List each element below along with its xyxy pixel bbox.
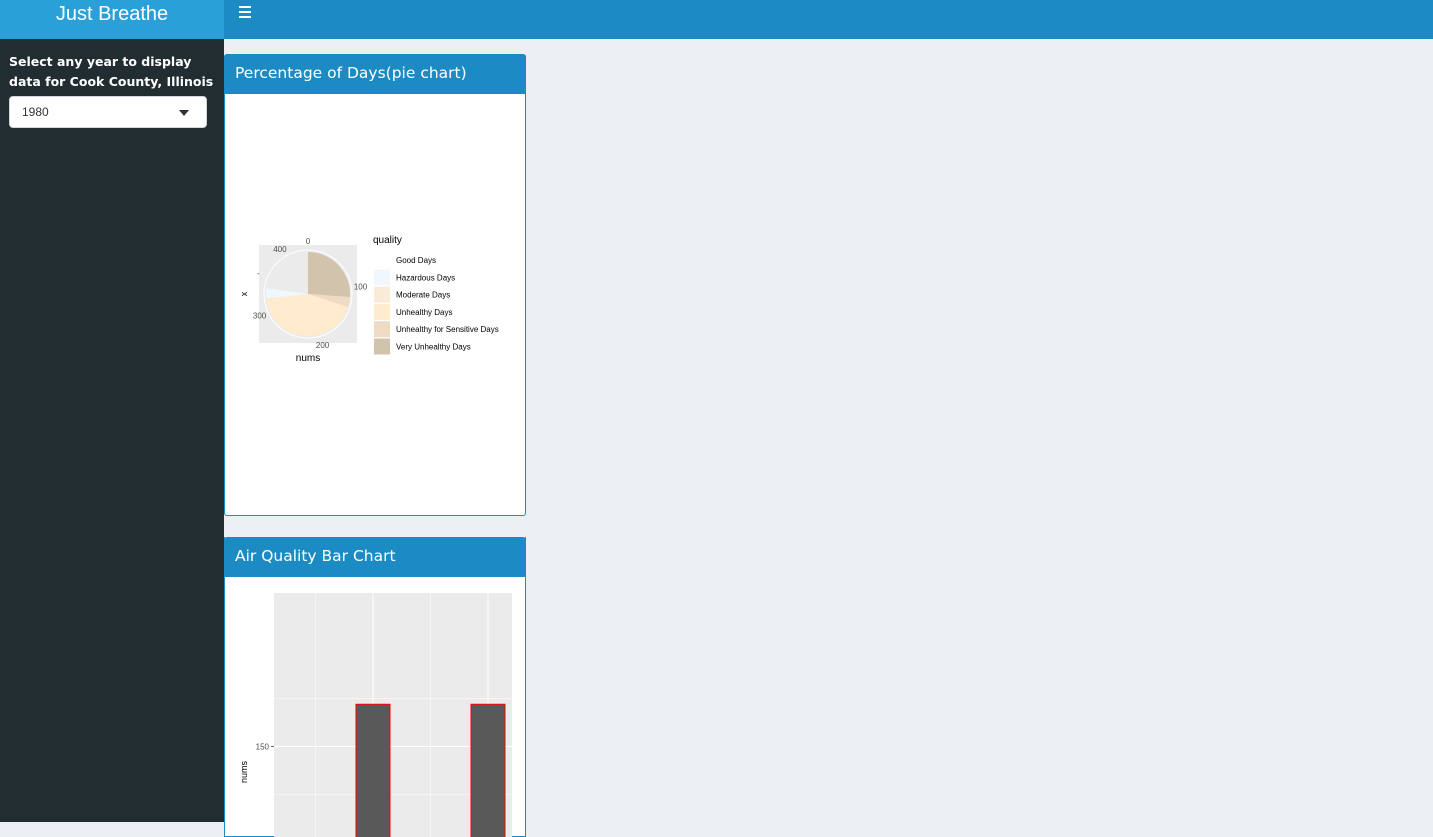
bar xyxy=(356,704,390,837)
caret-down-icon[interactable] xyxy=(179,110,189,116)
pie-x-label: nums xyxy=(296,353,320,364)
top-navbar xyxy=(224,0,1433,39)
year-select-label: Select any year to display data for Cook… xyxy=(9,52,214,92)
app-title: Just Breathe xyxy=(56,3,168,25)
legend-key xyxy=(374,321,390,337)
pie-box-header: Percentage of Days(pie chart) xyxy=(224,54,526,94)
pie-tick-label: 0 xyxy=(306,237,311,246)
pie-tick-label: 200 xyxy=(316,341,330,350)
legend-label: Moderate Days xyxy=(396,291,450,300)
bar-box-title: Air Quality Bar Chart xyxy=(235,547,396,565)
pie-chart-box: Percentage of Days(pie chart) 0 100 200 300… xyxy=(224,54,526,516)
bar-chart-box: Air Quality Bar Chart 100150 nums xyxy=(224,537,526,837)
hamburger-icon[interactable] xyxy=(239,6,251,18)
pie-tick-label: 100 xyxy=(354,283,368,292)
app-logo[interactable]: Just Breathe xyxy=(0,0,224,39)
legend-key xyxy=(374,339,390,355)
legend-key xyxy=(374,304,390,320)
legend-label: Unhealthy Days xyxy=(396,308,452,317)
year-select[interactable]: 1980 xyxy=(9,96,207,128)
legend-label: Good Days xyxy=(396,256,436,265)
legend-key xyxy=(374,287,390,303)
pie-box-title: Percentage of Days(pie chart) xyxy=(235,64,467,82)
pie-y-label: x xyxy=(239,291,249,296)
bar xyxy=(471,704,505,837)
pie-legend-title: quality xyxy=(373,235,402,246)
legend-key xyxy=(374,252,390,268)
pie-tick-label: 400 xyxy=(273,245,287,254)
bar-box-header: Air Quality Bar Chart xyxy=(224,537,526,577)
bar-chart: 100150 nums xyxy=(225,577,525,837)
bar-y-label: nums xyxy=(239,761,249,784)
year-select-value: 1980 xyxy=(22,105,49,119)
legend-label: Unhealthy for Sensitive Days xyxy=(396,325,499,334)
pie-chart: 0 100 200 300 400 - x nums quality Good Days… xyxy=(225,94,525,514)
legend-label: Very Unhealthy Days xyxy=(396,343,471,352)
pie-legend: Good Days Hazardous Days Moderate Days Unhe… xyxy=(374,252,499,355)
bar-y-tick-label: 150 xyxy=(256,743,270,752)
legend-key xyxy=(374,269,390,285)
pie-y-tick: - xyxy=(257,269,260,278)
bar-y-ticks: 100150 xyxy=(256,743,274,837)
pie-tick-label: 300 xyxy=(253,312,267,321)
sidebar: Select any year to display data for Cook… xyxy=(0,39,224,822)
legend-label: Hazardous Days xyxy=(396,273,455,282)
